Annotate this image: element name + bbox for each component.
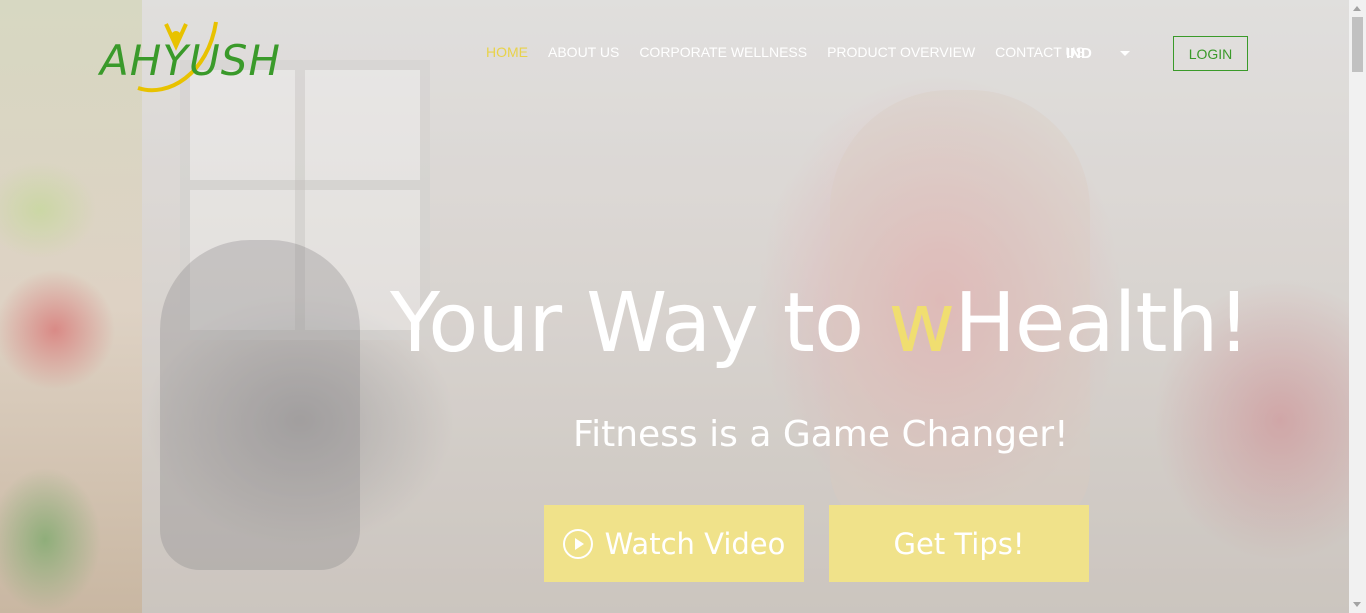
- headline-accent: w: [888, 276, 955, 371]
- hero-subline: Fitness is a Game Changer!: [573, 414, 1069, 455]
- headline-part-2: Health!: [954, 276, 1250, 371]
- scroll-up-arrow-icon[interactable]: [1353, 6, 1361, 11]
- watch-video-button[interactable]: Watch Video: [544, 505, 804, 582]
- hero-headline: Your Way to wHealth!: [390, 276, 1260, 371]
- logo-text: AHYUSH: [100, 36, 281, 85]
- vertical-scrollbar[interactable]: [1349, 0, 1366, 613]
- nav-item-about-us[interactable]: ABOUT US: [548, 44, 619, 62]
- login-button[interactable]: LOGIN: [1173, 36, 1248, 71]
- get-tips-button[interactable]: Get Tips!: [829, 505, 1089, 582]
- scrollbar-thumb[interactable]: [1352, 17, 1363, 72]
- brand-logo[interactable]: AHYUSH: [100, 14, 280, 98]
- nav-item-home[interactable]: HOME: [486, 44, 528, 62]
- nav-item-product-overview[interactable]: PRODUCT OVERVIEW: [827, 44, 975, 62]
- language-select[interactable]: IND: [1066, 45, 1092, 62]
- main-navigation: HOME ABOUT US CORPORATE WELLNESS PRODUCT…: [486, 44, 1105, 62]
- scroll-down-arrow-icon[interactable]: [1353, 602, 1361, 607]
- watch-video-label: Watch Video: [604, 526, 786, 561]
- headline-part-1: Your Way to: [390, 276, 889, 371]
- get-tips-label: Get Tips!: [893, 526, 1025, 561]
- caret-down-icon[interactable]: [1120, 51, 1130, 56]
- nav-item-corporate-wellness[interactable]: CORPORATE WELLNESS: [639, 44, 807, 62]
- play-circle-icon: [562, 528, 593, 559]
